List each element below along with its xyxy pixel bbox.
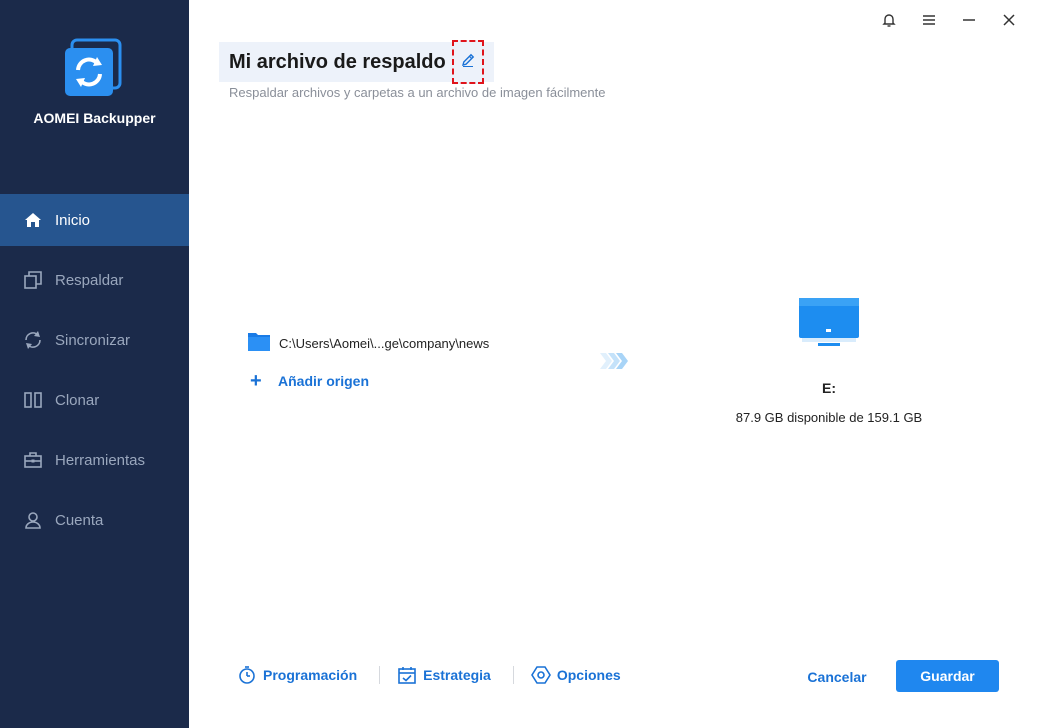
cancel-button[interactable]: Cancelar <box>796 662 878 692</box>
task-name-box: Mi archivo de respaldo <box>219 40 494 84</box>
menu-icon[interactable] <box>909 8 949 32</box>
destination-drive: E: <box>822 380 836 396</box>
sidebar-item-clonar[interactable]: Clonar <box>0 374 189 426</box>
sync-icon <box>23 330 43 350</box>
toolbox-icon <box>23 450 43 470</box>
destination-selector[interactable]: E: 87.9 GB disponible de 159.1 GB <box>720 296 938 425</box>
bottom-options: Programación Estrategia Opciones <box>236 664 621 686</box>
options-label: Opciones <box>556 667 621 683</box>
settings-hexagon-icon <box>530 664 552 686</box>
calendar-check-icon <box>396 664 418 686</box>
pencil-icon <box>460 52 476 73</box>
sidebar-item-cuenta[interactable]: Cuenta <box>0 494 189 546</box>
sidebar-item-sincronizar[interactable]: Sincronizar <box>0 314 189 366</box>
schedule-label: Programación <box>263 667 358 683</box>
home-icon <box>23 210 43 230</box>
source-item[interactable]: C:\Users\Aomei\...ge\company\news <box>247 330 489 357</box>
sidebar-item-label: Inicio <box>55 211 91 229</box>
page-subtitle: Respaldar archivos y carpetas a un archi… <box>229 85 606 100</box>
window-controls <box>869 8 1029 32</box>
chevrons-right-icon <box>598 350 632 377</box>
divider <box>512 666 514 684</box>
options-button[interactable]: Opciones <box>530 664 621 686</box>
edit-name-button[interactable] <box>451 40 484 84</box>
sidebar-item-label: Herramientas <box>55 451 146 469</box>
user-icon <box>23 510 43 530</box>
save-button[interactable]: Guardar <box>896 660 999 692</box>
strategy-label: Estrategia <box>423 667 491 683</box>
add-source-button[interactable]: + Añadir origen <box>250 370 370 392</box>
schedule-button[interactable]: Programación <box>236 664 357 686</box>
sidebar: AOMEI Backupper Inicio Respaldar Sincron… <box>0 0 189 728</box>
sidebar-item-inicio[interactable]: Inicio <box>0 194 189 246</box>
app-name: AOMEI Backupper <box>33 110 156 126</box>
sidebar-item-label: Sincronizar <box>55 331 131 349</box>
stopwatch-icon <box>236 664 258 686</box>
page-title: Mi archivo de respaldo <box>229 50 446 73</box>
sidebar-item-herramientas[interactable]: Herramientas <box>0 434 189 486</box>
plus-icon: + <box>250 370 262 392</box>
clone-icon <box>23 390 43 410</box>
monitor-icon <box>720 296 938 352</box>
close-icon[interactable] <box>989 8 1029 32</box>
minimize-icon[interactable] <box>949 8 989 32</box>
destination-space: 87.9 GB disponible de 159.1 GB <box>735 410 923 425</box>
add-source-label: Añadir origen <box>278 373 370 389</box>
divider <box>379 666 381 684</box>
sidebar-item-respaldar[interactable]: Respaldar <box>0 254 189 306</box>
folder-icon <box>247 330 271 357</box>
app-logo-icon <box>62 38 126 102</box>
bell-icon[interactable] <box>869 8 909 32</box>
source-path: C:\Users\Aomei\...ge\company\news <box>279 336 490 351</box>
sidebar-nav: Inicio Respaldar Sincronizar Clonar Herr… <box>0 194 189 554</box>
strategy-button[interactable]: Estrategia <box>396 664 491 686</box>
sidebar-item-label: Cuenta <box>55 511 104 529</box>
sidebar-item-label: Clonar <box>55 391 100 409</box>
copy-icon <box>23 270 43 290</box>
sidebar-item-label: Respaldar <box>55 271 124 289</box>
